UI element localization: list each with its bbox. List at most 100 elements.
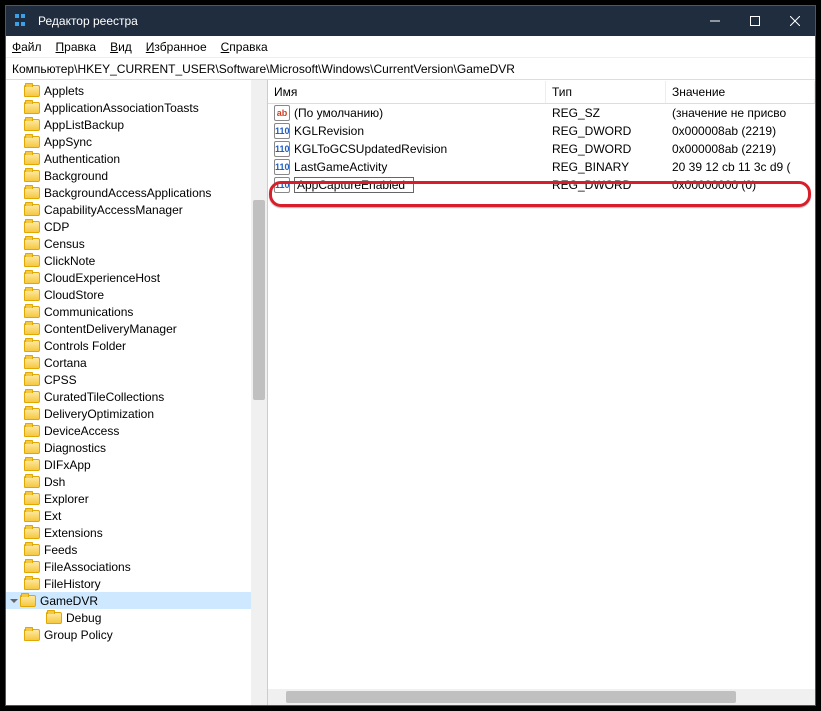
close-button[interactable] [775, 6, 815, 36]
tree-item-label: Diagnostics [44, 441, 106, 455]
tree-item-census[interactable]: Census [6, 235, 267, 252]
tree-item-label: Group Policy [44, 628, 113, 642]
tree-item-group-policy[interactable]: Group Policy [6, 626, 267, 643]
folder-icon [24, 272, 40, 284]
folder-icon [24, 323, 40, 335]
tree-item-appsync[interactable]: AppSync [6, 133, 267, 150]
address-bar[interactable]: Компьютер\HKEY_CURRENT_USER\Software\Mic… [6, 58, 815, 80]
tree-item-deliveryoptimization[interactable]: DeliveryOptimization [6, 405, 267, 422]
tree-item-label: CuratedTileCollections [44, 390, 164, 404]
tree-item-label: CapabilityAccessManager [44, 203, 183, 217]
tree-item-ext[interactable]: Ext [6, 507, 267, 524]
tree-item-applets[interactable]: Applets [6, 82, 267, 99]
tree-item-extensions[interactable]: Extensions [6, 524, 267, 541]
tree-item-clicknote[interactable]: ClickNote [6, 252, 267, 269]
folder-icon [46, 612, 62, 624]
tree-item-diagnostics[interactable]: Diagnostics [6, 439, 267, 456]
column-name[interactable]: Имя [268, 81, 546, 103]
menu-edit[interactable]: Правка [56, 40, 97, 54]
tree-item-applicationassociationtoasts[interactable]: ApplicationAssociationToasts [6, 99, 267, 116]
tree-item-label: Applets [44, 84, 84, 98]
tree-item-capabilityaccessmanager[interactable]: CapabilityAccessManager [6, 201, 267, 218]
folder-icon [24, 493, 40, 505]
value-row[interactable]: 110KGLToGCSUpdatedRevisionREG_DWORD0x000… [268, 140, 815, 158]
tree-item-label: CDP [44, 220, 69, 234]
tree-item-label: Communications [44, 305, 133, 319]
folder-icon [24, 578, 40, 590]
menu-view[interactable]: Вид [110, 40, 132, 54]
tree-item-label: CloudExperienceHost [44, 271, 160, 285]
value-type: REG_DWORD [546, 124, 666, 138]
titlebar[interactable]: Редактор реестра [6, 6, 815, 36]
tree-item-controls-folder[interactable]: Controls Folder [6, 337, 267, 354]
tree-item-dsh[interactable]: Dsh [6, 473, 267, 490]
folder-icon [24, 136, 40, 148]
tree-item-label: FileAssociations [44, 560, 131, 574]
tree-item-communications[interactable]: Communications [6, 303, 267, 320]
folder-icon [24, 170, 40, 182]
value-row[interactable]: 110REG_DWORD0x00000000 (0) [268, 176, 815, 194]
tree-item-label: CloudStore [44, 288, 104, 302]
folder-icon [24, 476, 40, 488]
tree-item-filehistory[interactable]: FileHistory [6, 575, 267, 592]
tree-item-cloudexperiencehost[interactable]: CloudExperienceHost [6, 269, 267, 286]
reg-string-icon: ab [274, 105, 290, 121]
column-value[interactable]: Значение [666, 81, 815, 103]
app-icon [14, 13, 30, 29]
reg-binary-icon: 110 [274, 123, 290, 139]
tree-item-background[interactable]: Background [6, 167, 267, 184]
folder-icon [24, 561, 40, 573]
column-type[interactable]: Тип [546, 81, 666, 103]
tree-item-curatedtilecollections[interactable]: CuratedTileCollections [6, 388, 267, 405]
tree-item-label: CPSS [44, 373, 77, 387]
tree-item-label: DeliveryOptimization [44, 407, 154, 421]
reg-binary-icon: 110 [274, 177, 290, 193]
tree-item-backgroundaccessapplications[interactable]: BackgroundAccessApplications [6, 184, 267, 201]
tree-scrollbar[interactable] [251, 80, 267, 705]
address-text: Компьютер\HKEY_CURRENT_USER\Software\Mic… [12, 62, 515, 76]
tree-item-label: ClickNote [44, 254, 95, 268]
tree-item-label: AppSync [44, 135, 92, 149]
tree-item-authentication[interactable]: Authentication [6, 150, 267, 167]
minimize-button[interactable] [695, 6, 735, 36]
folder-icon [24, 85, 40, 97]
menu-favorites[interactable]: Избранное [146, 40, 207, 54]
folder-icon [24, 459, 40, 471]
tree-item-label: ContentDeliveryManager [44, 322, 177, 336]
tree-item-label: AppListBackup [44, 118, 124, 132]
tree-item-cloudstore[interactable]: CloudStore [6, 286, 267, 303]
tree-item-contentdeliverymanager[interactable]: ContentDeliveryManager [6, 320, 267, 337]
tree-item-difxapp[interactable]: DIFxApp [6, 456, 267, 473]
folder-icon [24, 119, 40, 131]
value-name-input[interactable] [294, 177, 414, 193]
tree-item-applistbackup[interactable]: AppListBackup [6, 116, 267, 133]
value-type: REG_BINARY [546, 160, 666, 174]
folder-icon [24, 510, 40, 522]
values-h-scrollbar[interactable] [268, 689, 815, 705]
menu-file[interactable]: Файл [12, 40, 42, 54]
tree-item-label: Explorer [44, 492, 89, 506]
tree-item-fileassociations[interactable]: FileAssociations [6, 558, 267, 575]
tree-item-cpss[interactable]: CPSS [6, 371, 267, 388]
tree-item-label: Authentication [44, 152, 120, 166]
tree-item-cortana[interactable]: Cortana [6, 354, 267, 371]
folder-icon [24, 340, 40, 352]
folder-icon [24, 187, 40, 199]
folder-icon [24, 238, 40, 250]
tree-item-explorer[interactable]: Explorer [6, 490, 267, 507]
tree-item-label: Feeds [44, 543, 77, 557]
tree-item-cdp[interactable]: CDP [6, 218, 267, 235]
tree-item-debug[interactable]: Debug [6, 609, 267, 626]
tree-item-deviceaccess[interactable]: DeviceAccess [6, 422, 267, 439]
value-row[interactable]: ab(По умолчанию)REG_SZ(значение не присв… [268, 104, 815, 122]
value-name: KGLToGCSUpdatedRevision [294, 142, 447, 156]
value-row[interactable]: 110LastGameActivityREG_BINARY20 39 12 cb… [268, 158, 815, 176]
content-area: AppletsApplicationAssociationToasts AppLi… [6, 80, 815, 705]
maximize-button[interactable] [735, 6, 775, 36]
folder-icon [24, 255, 40, 267]
menu-help[interactable]: Справка [221, 40, 268, 54]
tree-item-gamedvr[interactable]: GameDVR [6, 592, 267, 609]
tree-item-feeds[interactable]: Feeds [6, 541, 267, 558]
folder-icon [24, 544, 40, 556]
value-row[interactable]: 110KGLRevisionREG_DWORD0x000008ab (2219) [268, 122, 815, 140]
